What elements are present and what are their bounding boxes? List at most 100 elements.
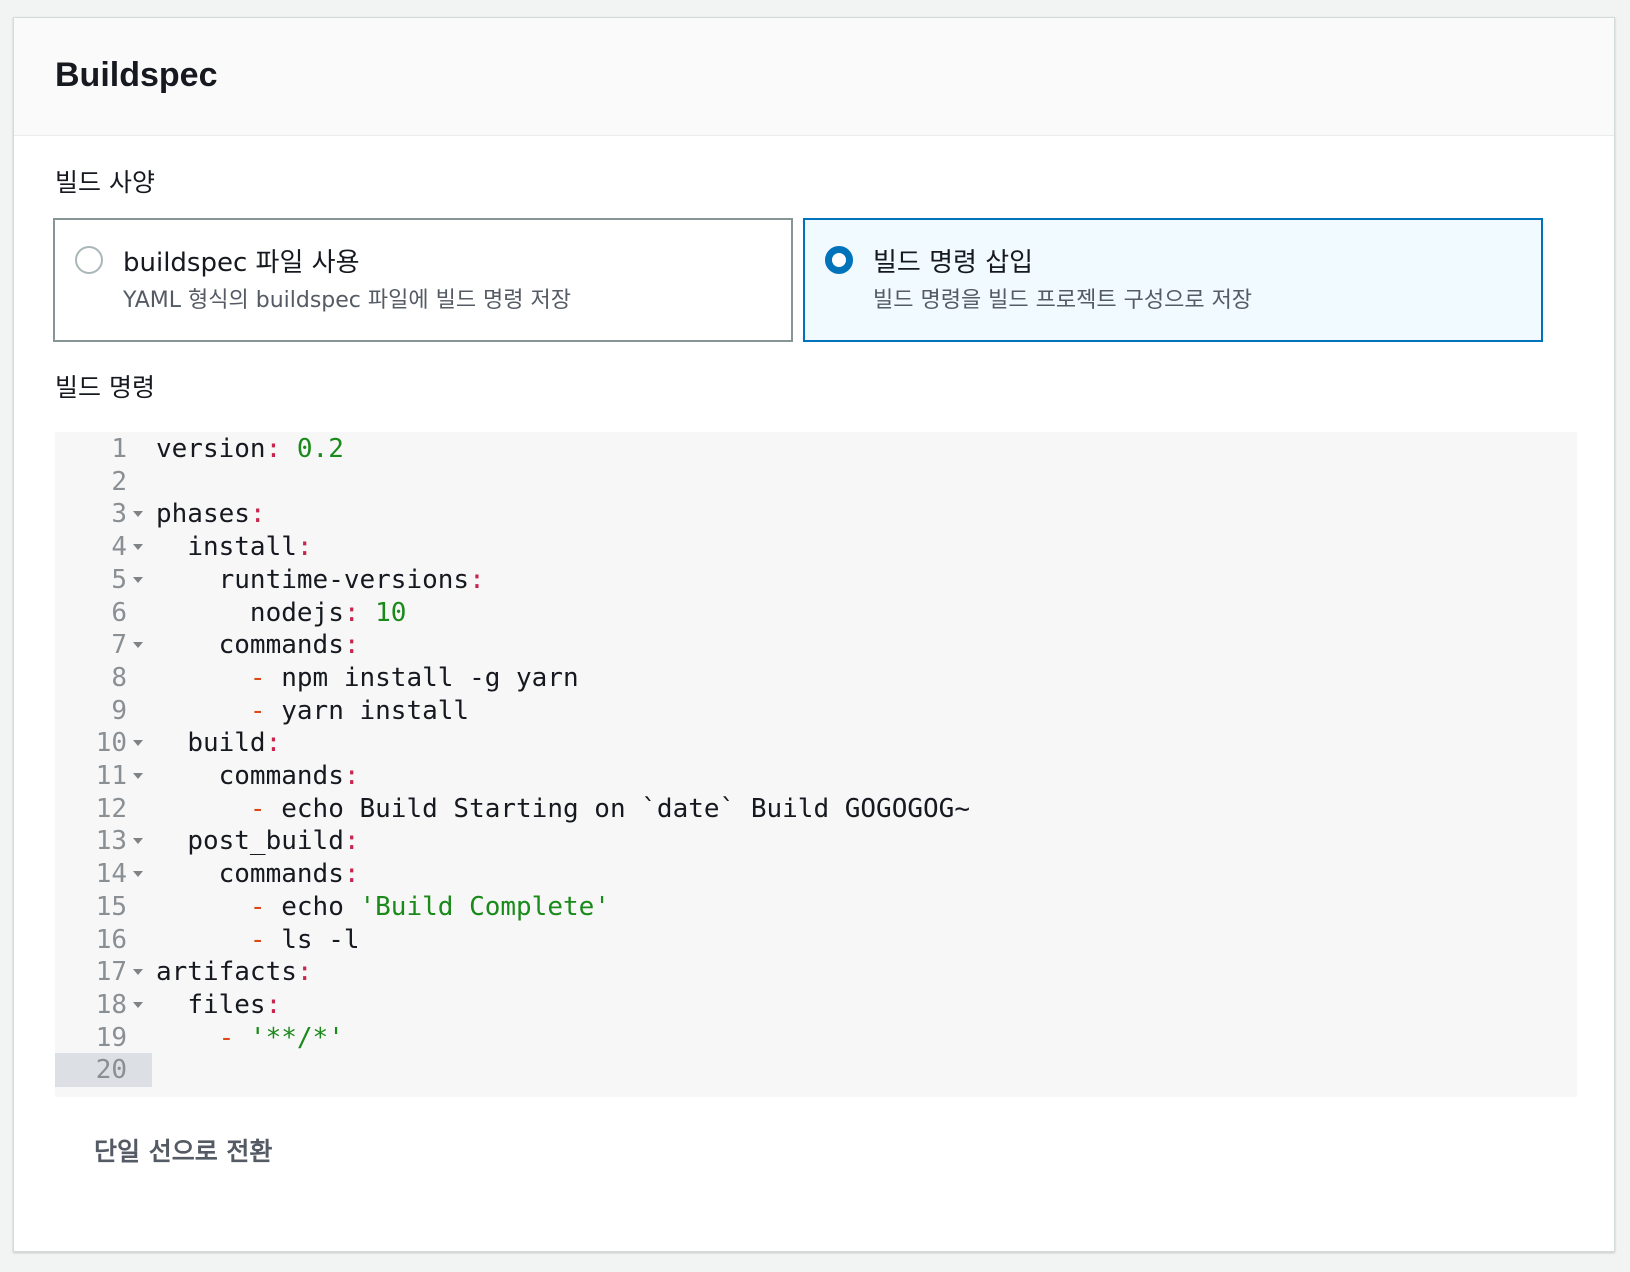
radio-insert-build-commands[interactable] — [825, 246, 853, 274]
line-number: 10 — [95, 728, 127, 759]
yaml-key: commands — [218, 630, 344, 661]
code-line[interactable]: 15 - echo 'Build Complete' — [55, 890, 1577, 924]
line-number: 3 — [111, 499, 127, 530]
line-number: 9 — [111, 695, 127, 726]
code-line[interactable]: 2 — [55, 465, 1577, 499]
code-line[interactable]: 5 runtime-versions: — [55, 563, 1577, 597]
code-line[interactable]: 16 - ls -l — [55, 923, 1577, 957]
yaml-value: 0.2 — [281, 434, 344, 464]
yaml-string: 'Build Complete' — [359, 891, 610, 922]
code-line[interactable]: 8 - npm install -g yarn — [55, 661, 1577, 695]
yaml-colon: : — [265, 989, 282, 1020]
line-number: 13 — [95, 826, 127, 857]
code-text: - echo Build Starting on `date` Build GO… — [156, 792, 970, 826]
code-line[interactable]: 9 - yarn install — [55, 694, 1577, 728]
buildspec-panel: Buildspec 빌드 사양 buildspec 파일 사용 YAML 형식의… — [13, 17, 1615, 1252]
code-editor[interactable]: 1 version: 0.2 2 3 phases: 4 install: 5 runtim… — [55, 432, 1577, 1097]
line-number: 11 — [95, 761, 127, 791]
option-description: YAML 형식의 buildspec 파일에 빌드 명령 저장 — [123, 288, 572, 313]
yaml-dash: - — [249, 695, 266, 726]
code-text: build: — [156, 726, 281, 760]
build-commands-label: 빌드 명령 — [55, 373, 155, 402]
fold-toggle-icon[interactable] — [133, 740, 143, 747]
yaml-colon: : — [469, 564, 485, 595]
line-number: 1 — [111, 434, 127, 464]
line-number: 19 — [95, 1022, 127, 1053]
yaml-key: phases — [156, 499, 250, 530]
fold-toggle-icon[interactable] — [133, 511, 143, 518]
line-number: 4 — [111, 532, 127, 563]
code-line[interactable]: 20 — [55, 1053, 1577, 1088]
line-number: 17 — [95, 957, 127, 988]
fold-toggle-icon[interactable] — [133, 544, 143, 551]
panel-header: Buildspec — [14, 18, 1614, 136]
yaml-value: yarn install — [265, 695, 470, 726]
fold-toggle-icon[interactable] — [133, 576, 143, 583]
code-text: commands: — [156, 759, 360, 793]
code-line[interactable]: 1 version: 0.2 — [55, 432, 1577, 466]
code-text: nodejs: 10 — [156, 596, 407, 630]
radio-use-buildspec-file[interactable] — [75, 246, 103, 274]
line-number: 12 — [95, 793, 127, 824]
code-text: install: — [156, 530, 312, 564]
code-line[interactable]: 11 commands: — [55, 759, 1577, 793]
code-text: - echo 'Build Complete' — [156, 890, 610, 924]
yaml-key: artifacts — [156, 957, 297, 988]
option-use-buildspec-file[interactable]: buildspec 파일 사용 YAML 형식의 buildspec 파일에 빌… — [53, 218, 793, 342]
yaml-key: nodejs — [249, 597, 344, 628]
line-number: 15 — [95, 891, 127, 922]
line-number: 16 — [95, 924, 127, 955]
yaml-dash: - — [218, 1022, 235, 1053]
option-title: 빌드 명령 삽입 — [873, 248, 1034, 278]
yaml-key: commands — [218, 761, 344, 791]
yaml-key: commands — [218, 859, 344, 890]
switch-to-single-line-link[interactable]: 단일 선으로 전환 — [94, 1132, 272, 1168]
yaml-colon: : — [296, 957, 313, 988]
fold-toggle-icon[interactable] — [133, 969, 143, 976]
code-line[interactable]: 17 artifacts: — [55, 955, 1577, 989]
fold-toggle-icon[interactable] — [133, 838, 143, 845]
yaml-key: install — [187, 532, 297, 563]
code-line[interactable]: 10 build: — [55, 726, 1577, 760]
code-line[interactable]: 4 install: — [55, 530, 1577, 564]
yaml-key: build — [187, 728, 266, 759]
code-line[interactable]: 14 commands: — [55, 857, 1577, 891]
option-description: 빌드 명령을 빌드 프로젝트 구성으로 저장 — [873, 288, 1253, 313]
panel-title: Buildspec — [55, 56, 218, 94]
code-line[interactable]: 7 commands: — [55, 628, 1577, 662]
fold-toggle-icon[interactable] — [133, 1001, 143, 1008]
code-line[interactable]: 3 phases: — [55, 497, 1577, 531]
code-line[interactable]: 19 - '**/*' — [55, 1021, 1577, 1055]
code-line[interactable]: 13 post_build: — [55, 824, 1577, 858]
yaml-colon: : — [343, 630, 360, 661]
code-text: - ls -l — [156, 923, 360, 957]
yaml-colon: : — [343, 826, 360, 857]
code-text: commands: — [156, 628, 360, 662]
line-number: 20 — [95, 1055, 127, 1086]
fold-toggle-icon[interactable] — [133, 642, 143, 649]
code-text: version: 0.2 — [156, 432, 344, 466]
code-line[interactable]: 18 files: — [55, 988, 1577, 1022]
code-text: post_build: — [156, 824, 360, 858]
option-insert-build-commands[interactable]: 빌드 명령 삽입 빌드 명령을 빌드 프로젝트 구성으로 저장 — [803, 218, 1543, 342]
code-line[interactable]: 12 - echo Build Starting on `date` Build… — [55, 792, 1577, 826]
fold-toggle-icon[interactable] — [133, 773, 143, 779]
code-text: phases: — [156, 497, 266, 531]
fold-toggle-icon[interactable] — [133, 871, 143, 878]
code-text: - '**/*' — [156, 1021, 344, 1055]
yaml-dash: - — [249, 924, 266, 955]
line-number: 2 — [111, 466, 127, 497]
code-line[interactable]: 6 nodejs: 10 — [55, 596, 1577, 630]
